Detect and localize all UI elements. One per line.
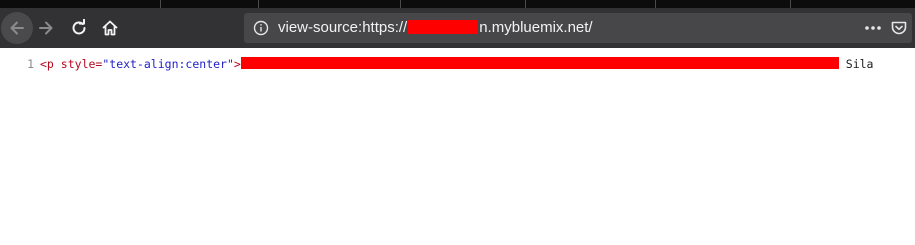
source-tag-close: >	[233, 57, 241, 71]
source-open-tag: <p	[40, 57, 54, 71]
reload-icon	[72, 19, 86, 35]
navigation-toolbar: view-source:https:// n.mybluemix.net/	[0, 8, 915, 48]
url-suffix: n.mybluemix.net/	[479, 19, 593, 36]
reload-button[interactable]	[63, 12, 95, 44]
more-dots-icon[interactable]	[864, 20, 882, 36]
tab-separator	[790, 0, 791, 8]
forward-arrow-icon	[39, 21, 53, 35]
tab-separator	[258, 0, 259, 8]
info-circle-icon[interactable]	[253, 20, 269, 36]
url-text[interactable]: view-source:https:// n.mybluemix.net/	[278, 19, 593, 37]
url-redaction	[408, 20, 479, 34]
source-trailing-text: Sila	[838, 57, 874, 71]
forward-button[interactable]	[30, 12, 62, 44]
content-redaction	[240, 57, 839, 69]
source-attr-value: "text-align:center"	[102, 57, 234, 71]
home-icon	[102, 20, 118, 36]
tab-separator	[400, 0, 401, 8]
tab-strip	[0, 0, 915, 8]
line-number: 1	[27, 57, 34, 71]
back-button[interactable]	[1, 12, 33, 44]
tab-separator	[525, 0, 526, 8]
url-prefix: view-source:https://	[278, 19, 408, 36]
source-attr-name: style=	[60, 57, 103, 71]
view-source-content: 1 <p style="text-align:center"> Sila	[0, 48, 915, 245]
home-button[interactable]	[94, 12, 126, 44]
source-line: 1 <p style="text-align:center"> Sila	[0, 56, 873, 72]
url-bar[interactable]: view-source:https:// n.mybluemix.net/	[244, 13, 912, 43]
tab-separator	[655, 0, 656, 8]
pocket-icon[interactable]	[890, 19, 908, 37]
tab-separator	[160, 0, 161, 8]
back-arrow-icon	[10, 21, 24, 35]
